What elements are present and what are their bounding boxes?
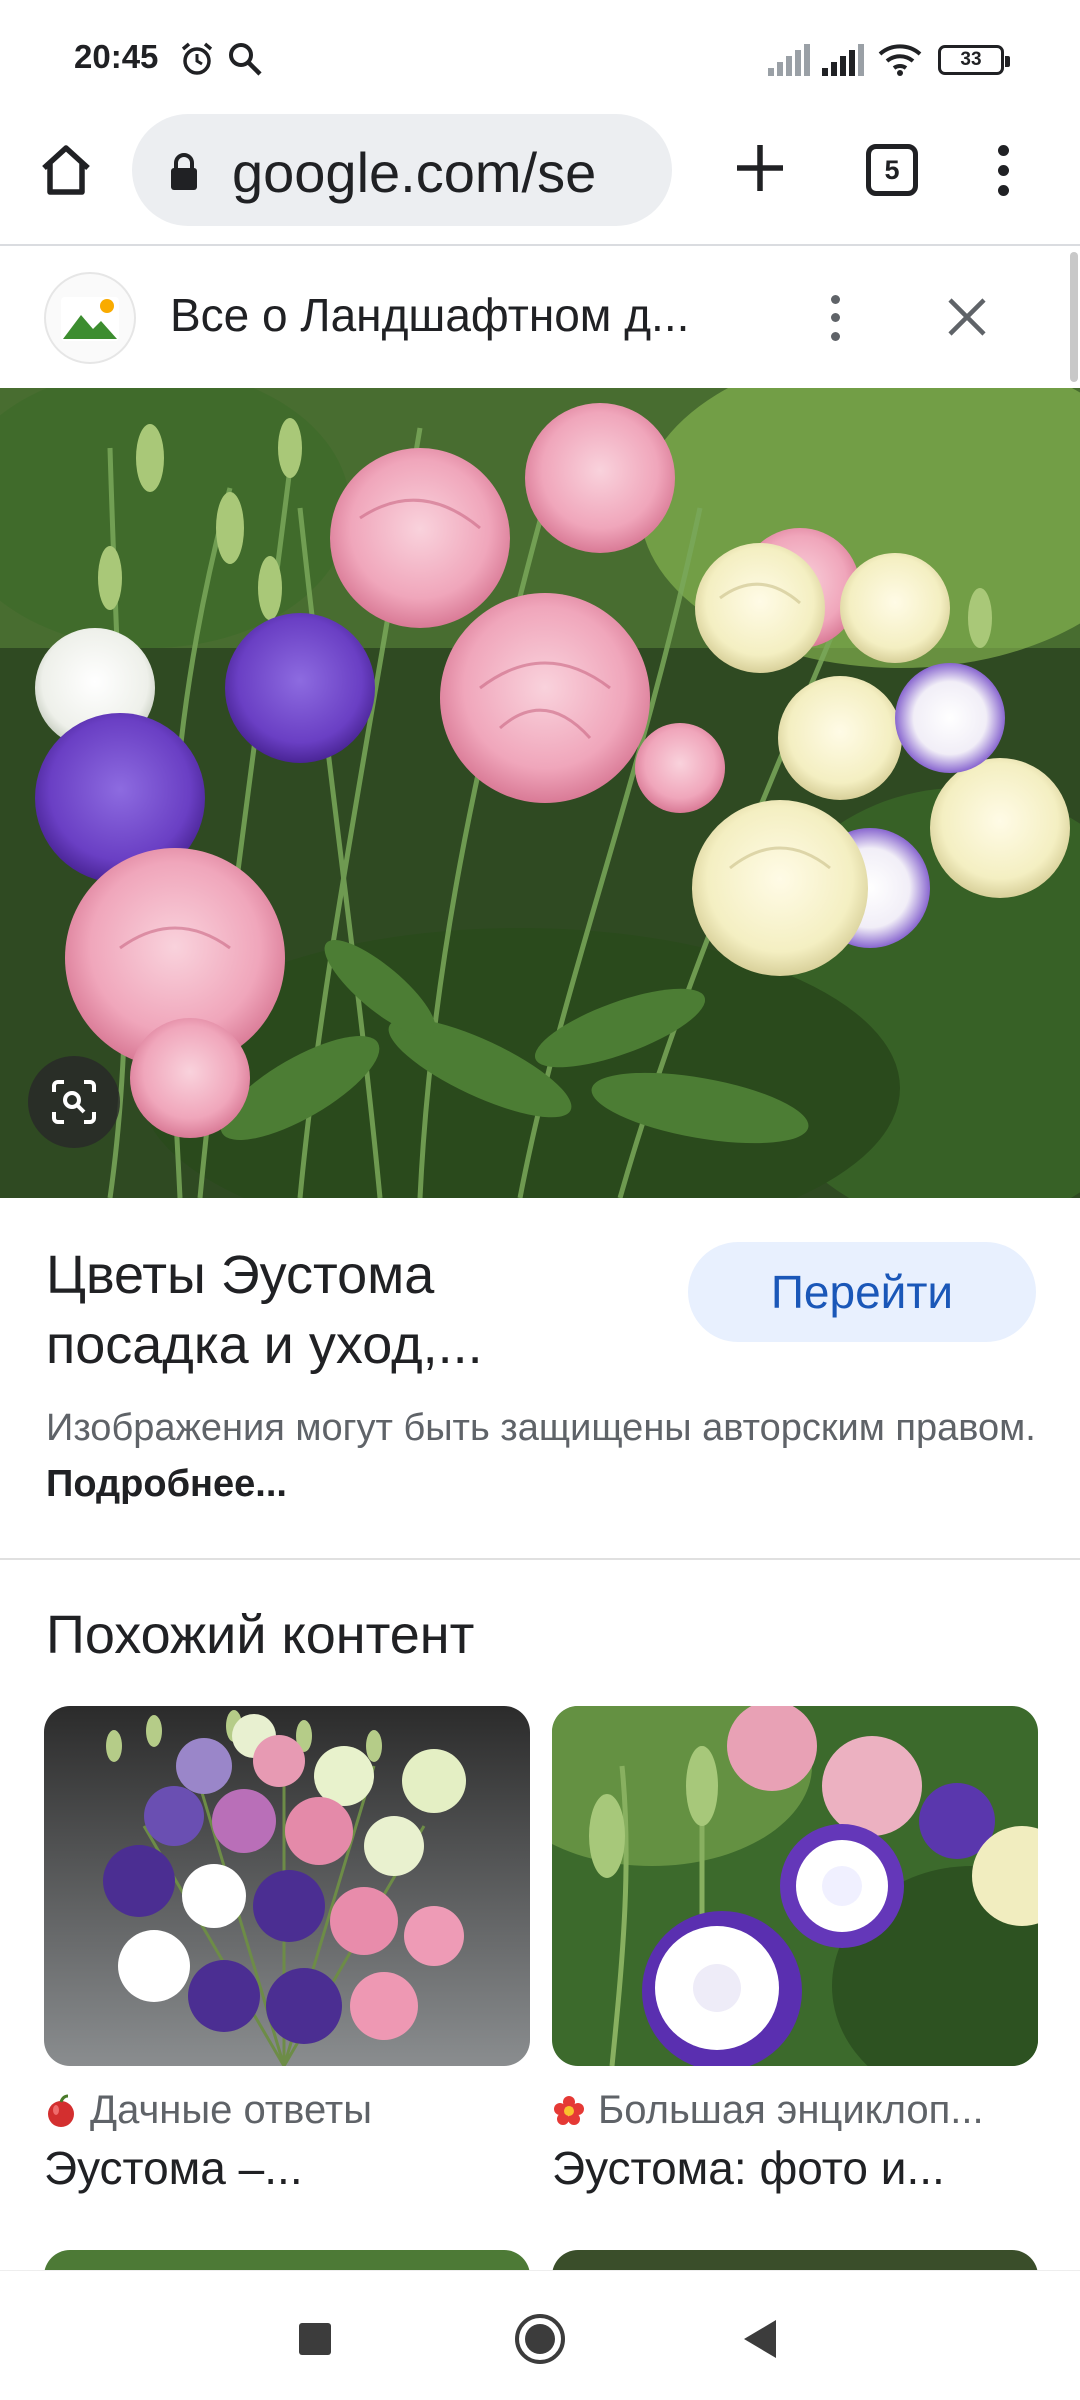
home-button[interactable] bbox=[36, 140, 96, 200]
home-icon bbox=[42, 145, 90, 195]
status-bar: 20:45 33 bbox=[0, 0, 1080, 110]
battery-icon: 33 bbox=[938, 45, 1010, 75]
new-tab-button[interactable] bbox=[730, 138, 790, 198]
address-bar[interactable]: google.com/se bbox=[132, 114, 672, 226]
more-vert-icon[interactable] bbox=[985, 140, 1021, 200]
copyright-notice: Изображения могут быть защищены авторски… bbox=[46, 1400, 1046, 1512]
url-text[interactable]: google.com/se bbox=[232, 140, 662, 205]
signal-icon bbox=[822, 44, 864, 76]
card-title[interactable]: Эустома: фото и... bbox=[552, 2141, 1038, 2195]
similar-card[interactable]: Дачные ответы Эустома –... bbox=[44, 1706, 530, 2195]
card-source: Дачные ответы bbox=[44, 2088, 530, 2133]
similar-heading: Похожий контент bbox=[46, 1605, 475, 1665]
lens-search-icon bbox=[52, 1080, 96, 1124]
card-thumbnail[interactable] bbox=[44, 1706, 530, 2066]
lens-button[interactable] bbox=[28, 1056, 120, 1148]
result-title[interactable]: Цветы Эустома посадка и уход,... bbox=[46, 1240, 646, 1380]
card-thumbnail[interactable] bbox=[552, 1706, 1038, 2066]
browser-toolbar: google.com/se 5 bbox=[0, 110, 1080, 246]
card-source-label: Дачные ответы bbox=[90, 2088, 372, 2132]
copyright-text: Изображения могут быть защищены авторски… bbox=[46, 1407, 1036, 1449]
home-nav-button[interactable] bbox=[510, 2309, 570, 2369]
sheet-more-vert-icon[interactable] bbox=[820, 290, 850, 346]
sheet-title[interactable]: Все о Ландшафтном д... bbox=[170, 288, 760, 342]
more-link[interactable]: Подробнее... bbox=[46, 1463, 287, 1505]
scrollbar[interactable] bbox=[1070, 252, 1078, 382]
go-button[interactable]: Перейти bbox=[688, 1242, 1036, 1342]
signal-icon bbox=[768, 44, 810, 76]
card-source: Большая энциклоп... bbox=[552, 2088, 1038, 2133]
card-source-label: Большая энциклоп... bbox=[598, 2088, 984, 2132]
plus-icon bbox=[737, 145, 783, 191]
main-image[interactable] bbox=[0, 388, 1080, 1198]
card-title[interactable]: Эустома –... bbox=[44, 2141, 530, 2195]
section-divider bbox=[0, 1558, 1080, 1560]
tab-switcher-button[interactable]: 5 bbox=[866, 144, 918, 196]
close-button[interactable] bbox=[942, 292, 992, 342]
search-icon bbox=[229, 43, 262, 76]
sheet-header: Все о Ландшафтном д... bbox=[0, 246, 1080, 388]
recents-button[interactable] bbox=[285, 2309, 345, 2369]
system-nav-bar bbox=[0, 2270, 1080, 2400]
status-time: 20:45 bbox=[74, 38, 159, 75]
lock-icon bbox=[171, 153, 197, 190]
close-icon bbox=[948, 298, 986, 336]
alarm-icon bbox=[181, 42, 213, 75]
wifi-icon bbox=[878, 44, 922, 76]
flower-icon bbox=[554, 2095, 584, 2125]
similar-card[interactable]: Большая энциклоп... Эустома: фото и... bbox=[552, 1706, 1038, 2195]
back-triangle-icon bbox=[744, 2320, 776, 2358]
back-button[interactable] bbox=[730, 2309, 790, 2369]
home-circle-icon bbox=[515, 2314, 565, 2364]
recents-square-icon bbox=[299, 2323, 331, 2355]
site-image-icon bbox=[44, 272, 136, 364]
apple-icon bbox=[48, 2094, 74, 2127]
